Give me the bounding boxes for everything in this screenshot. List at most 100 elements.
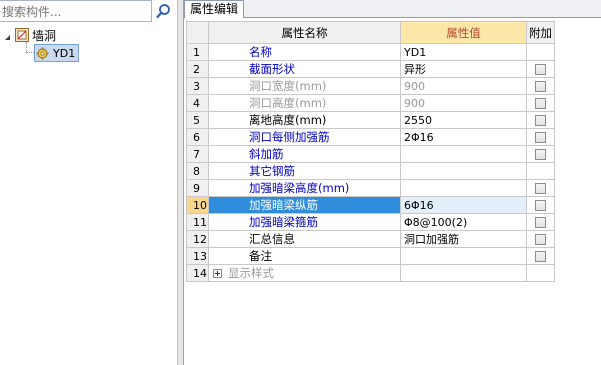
extra-cell — [526, 145, 555, 163]
extra-cell — [526, 128, 555, 146]
tree-connector — [26, 52, 34, 53]
tab-bar: 属性编辑 — [184, 0, 601, 18]
property-name-label: 斜加筋 — [249, 147, 284, 161]
extra-checkbox[interactable] — [535, 234, 546, 245]
property-name-label: 汇总信息 — [249, 232, 295, 246]
property-name[interactable]: 加强暗梁高度(mm) — [208, 179, 401, 197]
property-name[interactable]: 洞口高度(mm) — [208, 94, 401, 112]
property-name[interactable]: 备注 — [208, 247, 401, 265]
extra-checkbox[interactable] — [535, 81, 546, 92]
property-name-label: 加强暗梁纵筋 — [249, 198, 318, 212]
search-icon[interactable] — [154, 2, 173, 21]
property-name[interactable]: 加强暗梁纵筋 — [208, 196, 401, 214]
property-row[interactable]: 6 洞口每侧加强筋 2Φ16 — [186, 128, 555, 146]
property-name-label: 洞口每侧加强筋 — [249, 130, 330, 144]
property-name-label: 离地高度(mm) — [249, 113, 327, 127]
property-row[interactable]: 3 洞口宽度(mm) 900 — [186, 77, 555, 95]
property-name[interactable]: 名称 — [208, 43, 401, 61]
property-row[interactable]: 14 显示样式 — [186, 264, 555, 282]
property-row[interactable]: 12 汇总信息 洞口加强筋 — [186, 230, 555, 248]
extra-checkbox[interactable] — [535, 115, 546, 126]
property-value[interactable]: 异形 — [400, 60, 527, 78]
tree-node-wall-opening[interactable]: 墙洞 — [4, 27, 56, 43]
search-input[interactable] — [0, 2, 152, 22]
property-name[interactable]: 其它钢筋 — [208, 162, 401, 180]
property-row[interactable]: 5 离地高度(mm) 2550 — [186, 111, 555, 129]
property-editor-panel: 属性编辑 属性名称 属性值 附加 1 名称 YD1 2 截面形状 异形 3 洞口宽度(mm) 9… — [184, 0, 601, 365]
property-name-label: 备注 — [249, 249, 272, 263]
extra-cell — [526, 179, 555, 197]
expand-plus-icon[interactable] — [213, 269, 222, 278]
tree-node-yd1[interactable]: YD1 — [34, 44, 80, 62]
tree-node-label: YD1 — [53, 46, 76, 60]
header-property-name[interactable]: 属性名称 — [208, 21, 401, 44]
tab-property-editor[interactable]: 属性编辑 — [184, 0, 245, 18]
extra-checkbox[interactable] — [535, 64, 546, 75]
property-name[interactable]: 汇总信息 — [208, 230, 401, 248]
extra-checkbox[interactable] — [535, 98, 546, 109]
property-value[interactable]: 2Φ16 — [400, 128, 527, 146]
row-number: 8 — [186, 162, 209, 180]
row-number: 11 — [186, 213, 209, 231]
property-row[interactable]: 2 截面形状 异形 — [186, 60, 555, 78]
property-name-label: 洞口高度(mm) — [249, 96, 327, 110]
property-value[interactable] — [400, 247, 527, 265]
collapse-arrow-icon[interactable] — [4, 31, 12, 40]
property-value[interactable]: YD1 — [400, 43, 527, 61]
property-value[interactable] — [400, 145, 527, 163]
property-name-label: 其它钢筋 — [249, 164, 295, 178]
extra-checkbox[interactable] — [535, 217, 546, 228]
row-number: 10 — [186, 196, 209, 214]
row-number: 13 — [186, 247, 209, 265]
property-row[interactable]: 10 加强暗梁纵筋 6Φ16 — [186, 196, 555, 214]
header-extra[interactable]: 附加 — [526, 21, 555, 44]
header-row-number — [186, 21, 209, 44]
property-name[interactable]: 离地高度(mm) — [208, 111, 401, 129]
property-row[interactable]: 7 斜加筋 — [186, 145, 555, 163]
panel-splitter[interactable] — [177, 0, 184, 365]
property-row[interactable]: 1 名称 YD1 — [186, 43, 555, 61]
property-name[interactable]: 斜加筋 — [208, 145, 401, 163]
row-number: 3 — [186, 77, 209, 95]
property-value[interactable] — [400, 264, 527, 282]
component-tree-panel: 墙洞 YD1 — [0, 0, 177, 365]
header-property-value[interactable]: 属性值 — [400, 21, 527, 44]
extra-checkbox[interactable] — [535, 251, 546, 262]
property-name[interactable]: 加强暗梁箍筋 — [208, 213, 401, 231]
property-name[interactable]: 洞口宽度(mm) — [208, 77, 401, 95]
property-row[interactable]: 13 备注 — [186, 247, 555, 265]
property-row[interactable]: 4 洞口高度(mm) 900 — [186, 94, 555, 112]
wall-opening-icon — [15, 28, 29, 42]
extra-cell — [526, 213, 555, 231]
property-value[interactable] — [400, 179, 527, 197]
extra-cell — [526, 43, 555, 61]
extra-checkbox[interactable] — [535, 132, 546, 143]
extra-checkbox[interactable] — [535, 183, 546, 194]
extra-cell — [526, 77, 555, 95]
property-value[interactable]: 2550 — [400, 111, 527, 129]
property-value[interactable] — [400, 162, 527, 180]
row-number: 9 — [186, 179, 209, 197]
property-value[interactable]: Φ8@100(2) — [400, 213, 527, 231]
property-value[interactable]: 900 — [400, 77, 527, 95]
extra-cell — [526, 111, 555, 129]
property-value[interactable]: 900 — [400, 94, 527, 112]
component-gear-icon — [36, 47, 49, 60]
property-value[interactable]: 洞口加强筋 — [400, 230, 527, 248]
property-name-label: 加强暗梁高度(mm) — [249, 181, 350, 195]
property-name[interactable]: 洞口每侧加强筋 — [208, 128, 401, 146]
property-row[interactable]: 9 加强暗梁高度(mm) — [186, 179, 555, 197]
property-name[interactable]: 截面形状 — [208, 60, 401, 78]
row-number: 14 — [186, 264, 209, 282]
extra-checkbox[interactable] — [535, 149, 546, 160]
row-number: 2 — [186, 60, 209, 78]
property-row[interactable]: 8 其它钢筋 — [186, 162, 555, 180]
extra-cell — [526, 196, 555, 214]
tree-node-label: 墙洞 — [32, 28, 57, 43]
extra-checkbox[interactable] — [535, 200, 546, 211]
property-name[interactable]: 显示样式 — [208, 264, 401, 282]
property-value[interactable]: 6Φ16 — [400, 196, 527, 214]
row-number: 12 — [186, 230, 209, 248]
property-name-label: 截面形状 — [249, 62, 295, 76]
property-row[interactable]: 11 加强暗梁箍筋 Φ8@100(2) — [186, 213, 555, 231]
